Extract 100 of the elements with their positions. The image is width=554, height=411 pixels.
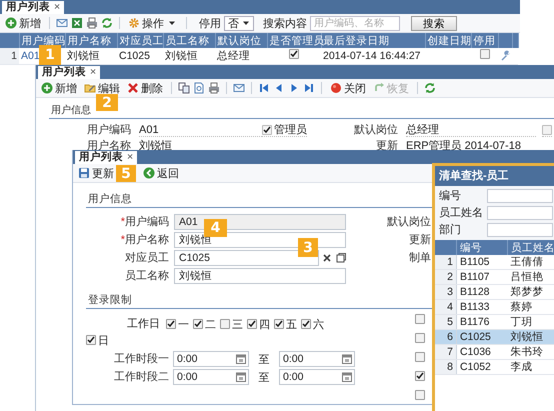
checkbox-label: 管理员 <box>274 122 307 136</box>
copy-icon[interactable] <box>178 82 190 94</box>
mail-icon[interactable] <box>233 82 245 94</box>
checkbox[interactable] <box>301 319 311 329</box>
column-header[interactable]: 用户名称 <box>65 33 117 48</box>
time-field[interactable]: 0:00 <box>173 369 249 385</box>
row-number: 7 <box>435 344 456 360</box>
checkbox[interactable] <box>166 319 176 329</box>
column-header[interactable]: 员工姓名 <box>507 240 554 255</box>
time-field[interactable]: 0:00 <box>173 351 249 367</box>
table-row[interactable]: 4 B1133 蔡婷 <box>435 300 554 314</box>
calendar-icon[interactable] <box>341 371 353 383</box>
table-row[interactable]: 2 B1107 吕恒艳 <box>435 270 554 284</box>
toolbar-button[interactable]: 关闭 <box>328 80 368 96</box>
text-field[interactable] <box>487 188 553 202</box>
wrench-icon[interactable] <box>500 50 512 62</box>
range-separator: 至 <box>258 352 270 366</box>
calendar-icon[interactable] <box>235 353 247 365</box>
calendar-icon[interactable] <box>341 353 353 365</box>
table-cell: 朱书玲 <box>507 344 554 360</box>
tab[interactable]: 用户列表 × <box>2 1 64 14</box>
text-field[interactable] <box>487 206 553 220</box>
checkbox-label: 四 <box>259 318 270 332</box>
column-header[interactable]: 编号 <box>456 240 508 255</box>
checkbox-label: 日 <box>98 334 109 348</box>
mail-icon[interactable] <box>56 17 68 29</box>
text-field[interactable] <box>487 222 553 236</box>
time-field[interactable]: 0:00 <box>279 351 355 367</box>
toolbar-button[interactable]: 新增 <box>39 80 79 96</box>
toolbar-button[interactable]: 新增 <box>3 16 43 30</box>
checkbox[interactable] <box>415 371 425 381</box>
tab[interactable]: 用户列表 × <box>75 151 138 164</box>
refresh-icon[interactable] <box>424 82 436 94</box>
text-field[interactable]: 刘锐恒 <box>174 268 346 284</box>
checkbox[interactable] <box>262 124 272 134</box>
close-button[interactable]: × <box>127 151 134 164</box>
table-cell: 吕恒艳 <box>507 270 554 284</box>
checkbox[interactable] <box>247 319 257 329</box>
checkbox[interactable] <box>480 49 490 60</box>
first-page-icon[interactable] <box>258 82 270 94</box>
search-field[interactable]: 用户编码、名称 <box>310 16 400 30</box>
close-button[interactable]: × <box>54 1 60 14</box>
edit-icon <box>84 82 96 94</box>
field-label: 更新 <box>408 232 431 248</box>
printer-icon[interactable] <box>86 17 98 29</box>
column-header[interactable]: 停用 <box>471 33 498 48</box>
checkbox[interactable] <box>193 319 203 329</box>
checkbox[interactable] <box>86 335 96 345</box>
table-row[interactable]: 6 C1025 刘锐恒 <box>435 330 554 344</box>
row-number: 8 <box>435 360 456 374</box>
field-label: *用户名称 <box>120 232 169 248</box>
toolbar-button[interactable]: 编辑 <box>82 80 122 96</box>
refresh-icon[interactable] <box>101 17 113 29</box>
table-row[interactable]: 3 B1128 郑梦梦 <box>435 284 554 300</box>
table-cell: 总经理 <box>215 48 267 64</box>
lookup-icon[interactable] <box>335 252 347 264</box>
printer-icon[interactable] <box>208 82 220 94</box>
field-label: 工作时段一 <box>113 352 169 367</box>
row-number: 4 <box>435 300 456 314</box>
checkbox[interactable] <box>220 319 230 329</box>
time-field[interactable]: 0:00 <box>279 369 355 385</box>
checkbox[interactable] <box>415 333 425 343</box>
column-header[interactable]: 创建日期 <box>425 33 471 48</box>
last-page-icon[interactable] <box>303 82 315 94</box>
clear-icon[interactable] <box>321 252 333 264</box>
toolbar-button[interactable]: 删除 <box>125 80 165 96</box>
document-icon[interactable] <box>193 82 205 94</box>
checkbox[interactable] <box>289 49 299 60</box>
checkbox[interactable] <box>415 352 425 362</box>
checkbox[interactable] <box>542 124 552 134</box>
checkbox-label: 六 <box>313 318 324 332</box>
calendar-icon[interactable] <box>235 371 247 383</box>
checkbox[interactable] <box>274 319 284 329</box>
filter-label: 搜索内容 <box>263 16 307 30</box>
dialog-title: 清单查找-员工 <box>435 166 554 186</box>
checkbox-label: 一 <box>178 318 189 332</box>
spreadsheet-icon[interactable] <box>71 17 83 29</box>
table-row[interactable]: 1 B1105 王倩倩 <box>435 255 554 270</box>
stop-icon <box>330 82 342 94</box>
close-button[interactable]: × <box>90 66 96 79</box>
tab[interactable]: 用户列表 × <box>38 66 100 79</box>
undo-icon <box>373 82 385 94</box>
checkbox[interactable] <box>415 390 425 400</box>
dropdown-field[interactable]: 否 <box>224 16 254 30</box>
table-cell: 蔡婷 <box>507 300 554 314</box>
column-header[interactable]: 默认岗位 <box>215 33 267 48</box>
menu-button[interactable]: 操作 <box>126 16 180 30</box>
row-number: 1 <box>0 48 19 64</box>
field-label: 更新 <box>375 139 398 153</box>
checkbox[interactable] <box>415 314 425 324</box>
add-icon <box>41 82 53 94</box>
table-row[interactable]: 8 C1052 李成 <box>435 360 554 374</box>
table-row[interactable]: 7 C1036 朱书玲 <box>435 344 554 360</box>
toolbar-button[interactable]: 返回 <box>141 166 181 180</box>
filter-label: 停用 <box>199 16 221 30</box>
toolbar-button[interactable]: 更新 <box>76 166 116 180</box>
column-header[interactable]: 对应员工 <box>117 33 163 48</box>
column-header[interactable]: 员工名称 <box>163 33 215 48</box>
search-button[interactable]: 搜索 <box>411 16 457 30</box>
table-cell: C1025 <box>117 48 163 64</box>
